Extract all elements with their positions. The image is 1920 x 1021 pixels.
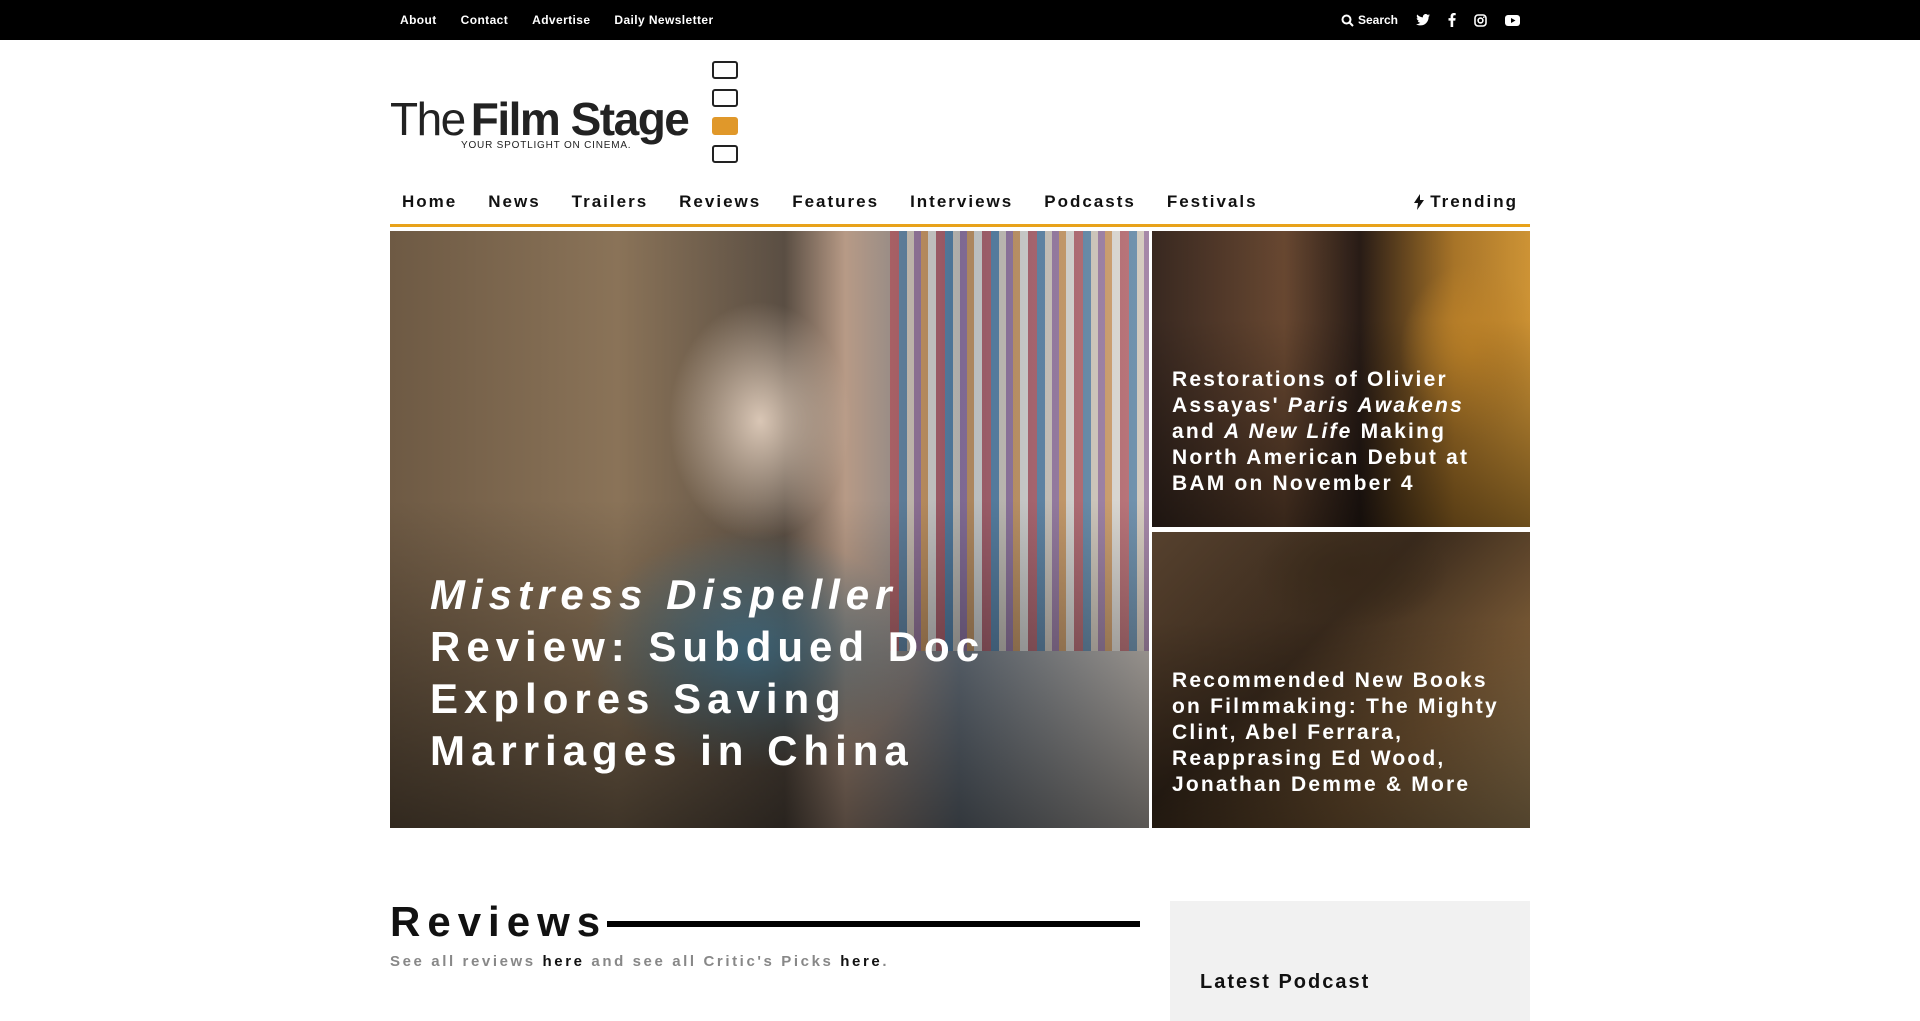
sidebar-latest-podcast: Latest Podcast	[1170, 901, 1530, 1021]
reviews-heading: Reviews	[390, 898, 608, 945]
hero-side-b-title: Recommended New Books on Filmmaking: The…	[1172, 669, 1499, 796]
nav-home[interactable]: Home	[402, 192, 457, 212]
hero-main-title-italic: Mistress Dispeller	[430, 571, 898, 618]
utility-right: Search	[1341, 0, 1520, 40]
reviews-divider	[607, 921, 1140, 927]
hero-side-article-paris-awakens[interactable]: Restorations of Olivier Assayas' Paris A…	[1152, 231, 1530, 527]
about-link[interactable]: About	[400, 13, 437, 27]
youtube-icon[interactable]	[1505, 14, 1520, 26]
logo-film-stage: Film Stage	[470, 93, 690, 145]
main-nav: Home News Trailers Reviews Features Inte…	[390, 186, 1530, 227]
hero-main-title: Mistress Dispeller Review: Subdued Doc E…	[430, 569, 1030, 777]
nav-festivals[interactable]: Festivals	[1167, 192, 1258, 212]
logo-wordmark: The Film Stage	[390, 93, 690, 145]
nav-news[interactable]: News	[488, 192, 540, 212]
search-button[interactable]: Search	[1341, 13, 1398, 27]
nav-reviews[interactable]: Reviews	[679, 192, 761, 212]
advertise-link[interactable]: Advertise	[532, 13, 590, 27]
top-bar: About Contact Advertise Daily Newsletter…	[0, 0, 1920, 40]
lightning-icon	[1414, 194, 1425, 210]
critics-picks-link[interactable]: here	[840, 953, 882, 970]
instagram-icon[interactable]	[1474, 13, 1487, 27]
trending-label: Trending	[1430, 192, 1518, 211]
hero-side-article-filmmaking-books[interactable]: Recommended New Books on Filmmaking: The…	[1152, 532, 1530, 828]
trending-button[interactable]: Trending	[1414, 186, 1518, 218]
reviews-subtitle: See all reviews here and see all Critic'…	[390, 953, 890, 970]
hero-side-a-title: Restorations of Olivier Assayas' Paris A…	[1172, 368, 1470, 495]
logo-film-strip-icon	[712, 61, 740, 173]
facebook-icon[interactable]	[1448, 13, 1456, 27]
utility-links: About Contact Advertise Daily Newsletter	[400, 0, 714, 40]
logo-the: The	[390, 93, 466, 145]
latest-podcast-heading: Latest Podcast	[1200, 971, 1371, 993]
nav-trailers[interactable]: Trailers	[572, 192, 649, 212]
nav-features[interactable]: Features	[792, 192, 879, 212]
logo-tagline: YOUR SPOTLIGHT ON CINEMA.	[461, 140, 632, 151]
hero-main-title-rest: Review: Subdued Doc Explores Saving Marr…	[430, 623, 986, 774]
all-reviews-link[interactable]: here	[543, 953, 585, 970]
nav-podcasts[interactable]: Podcasts	[1044, 192, 1136, 212]
search-label: Search	[1357, 13, 1398, 27]
daily-newsletter-link[interactable]: Daily Newsletter	[614, 13, 713, 27]
site-logo[interactable]: The Film Stage YOUR SPOTLIGHT ON CINEMA.	[390, 58, 750, 163]
hero-main-article[interactable]: Mistress Dispeller Review: Subdued Doc E…	[390, 231, 1149, 828]
nav-interviews[interactable]: Interviews	[910, 192, 1013, 212]
twitter-icon[interactable]	[1416, 14, 1430, 26]
search-icon	[1341, 14, 1354, 27]
contact-link[interactable]: Contact	[461, 13, 508, 27]
